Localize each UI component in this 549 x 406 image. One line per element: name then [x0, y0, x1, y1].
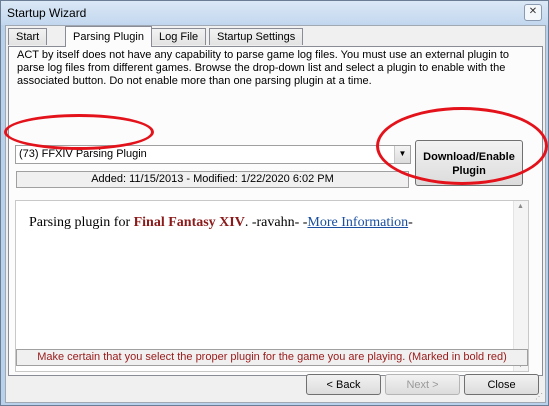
close-button[interactable]: Close: [464, 374, 539, 395]
added-modified-label: Added: 11/15/2013 - Modified: 1/22/2020 …: [16, 171, 409, 188]
game-name: Final Fantasy XIV: [133, 215, 245, 230]
info-prefix: Parsing plugin for: [29, 215, 134, 230]
highlight-ring-download-button: [376, 107, 548, 185]
tab-log-file[interactable]: Log File: [151, 28, 207, 45]
title-bar: Startup Wizard ✕: [1, 1, 548, 25]
next-button[interactable]: Next >: [385, 374, 460, 395]
plugin-info-text: Parsing plugin for Final Fantasy XIV. -r…: [29, 215, 413, 231]
highlight-ring-plugin-select: [4, 114, 154, 150]
info-scrollbar[interactable]: ▲ ▼: [513, 201, 528, 371]
back-button[interactable]: < Back: [306, 374, 381, 395]
info-suffix: -: [408, 215, 413, 230]
tab-startup-settings[interactable]: Startup Settings: [209, 28, 304, 45]
plugin-info-box: Parsing plugin for Final Fantasy XIV. -r…: [15, 200, 529, 372]
scroll-up-icon[interactable]: ▲: [517, 203, 524, 210]
startup-wizard-window: Startup Wizard ✕ Start Parsing Plugin Lo…: [0, 0, 549, 406]
tab-strip: Start Parsing Plugin Log File Startup Se…: [6, 26, 545, 47]
description-text: ACT by itself does not have any capabili…: [17, 49, 510, 87]
window-title: Startup Wizard: [7, 6, 87, 20]
tab-start[interactable]: Start: [8, 28, 48, 45]
tab-parsing-plugin[interactable]: Parsing Plugin: [65, 26, 152, 47]
wizard-client-area: Start Parsing Plugin Log File Startup Se…: [5, 25, 546, 403]
resize-grip-icon[interactable]: ⋰: [535, 392, 543, 401]
info-middle: . -ravahn- -: [244, 215, 308, 230]
warning-label: Make certain that you select the proper …: [16, 349, 528, 366]
parsing-plugin-panel: ACT by itself does not have any capabili…: [8, 46, 543, 376]
more-information-link[interactable]: More Information: [307, 215, 408, 230]
close-icon[interactable]: ✕: [524, 4, 542, 21]
